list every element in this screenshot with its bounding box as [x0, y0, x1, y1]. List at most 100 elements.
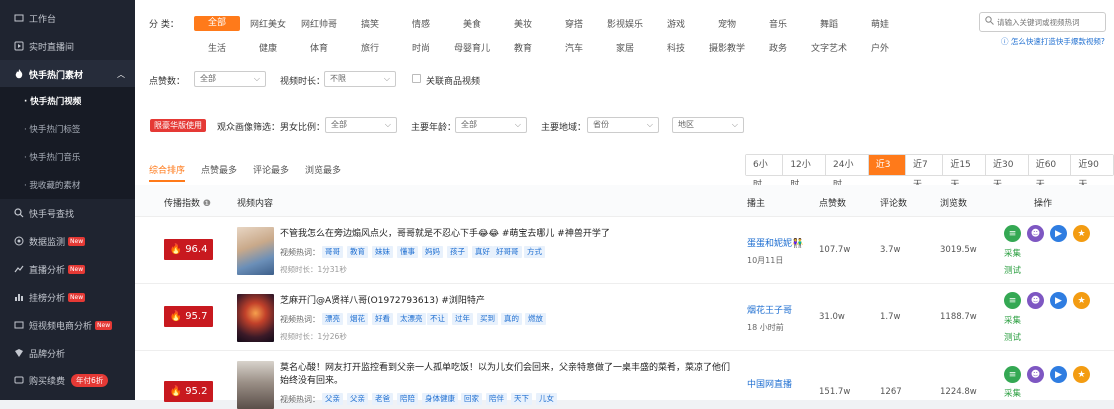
keyword-tag[interactable]: 好哥哥 — [493, 246, 522, 258]
time-tab-60d[interactable]: 近60天 — [1028, 155, 1072, 190]
category-option[interactable]: 教育 — [500, 41, 546, 54]
video-title[interactable]: 芝麻开门@A贤祥八哥(O1972793613) #浏阳特产 — [280, 295, 730, 308]
time-tab-24h[interactable]: 24小时 — [826, 155, 869, 190]
detail-icon[interactable]: ≡ — [1004, 366, 1021, 383]
time-tab-3d[interactable]: 近3天 — [868, 155, 906, 190]
nav-ecommerce-analysis[interactable]: 短视频电商分析 New — [0, 311, 135, 339]
time-tab-12h[interactable]: 12小时 — [783, 155, 826, 190]
nav-account-search[interactable]: 快手号查找 — [0, 199, 135, 227]
keyword-tag[interactable]: 燃放 — [525, 313, 546, 325]
category-option[interactable]: 宠物 — [704, 17, 750, 30]
keyword-tag[interactable]: 不让 — [427, 313, 448, 325]
keyword-tag[interactable]: 天下 — [511, 393, 532, 405]
category-option[interactable]: 时尚 — [398, 41, 444, 54]
category-option[interactable]: 科技 — [653, 41, 699, 54]
category-option[interactable]: 穿搭 — [551, 17, 597, 30]
category-option[interactable]: 全部 — [194, 16, 240, 31]
category-option[interactable]: 音乐 — [755, 17, 801, 30]
play-icon[interactable]: ▶ — [1050, 292, 1067, 309]
category-option[interactable]: 户外 — [857, 41, 903, 54]
category-option[interactable]: 舞蹈 — [806, 17, 852, 30]
author-link[interactable]: 中国网直播 — [747, 377, 792, 390]
search-input[interactable] — [997, 17, 1097, 27]
test-button[interactable]: 测试 — [1004, 331, 1021, 343]
category-option[interactable]: 网红美女 — [245, 17, 291, 30]
category-option[interactable]: 健康 — [245, 41, 291, 54]
nav-hot-materials[interactable]: 快手热门素材 ︿ — [0, 60, 135, 88]
time-tab-6h[interactable]: 6小时 — [746, 155, 784, 190]
video-title[interactable]: 莫名心酸！网友打开监控看到父亲一人孤单吃饭！以为儿女们会回来，父亲特意做了一桌丰… — [280, 362, 735, 388]
keyword-tag[interactable]: 孩子 — [447, 246, 468, 258]
keyword-tag[interactable]: 真的 — [501, 313, 522, 325]
collect-button[interactable]: 采集 — [1004, 387, 1021, 399]
time-tab-90d[interactable]: 近90天 — [1071, 155, 1114, 190]
likes-select[interactable]: 全部 ⌵ — [194, 71, 266, 87]
play-icon[interactable]: ▶ — [1050, 225, 1067, 242]
video-title[interactable]: 不管我怎么在旁边煽风点火，哥哥就是不忍心下手😂😂 #萌宝去哪儿 #神兽开学了 — [280, 228, 730, 241]
keyword-tag[interactable]: 过年 — [452, 313, 473, 325]
sort-tab-likes[interactable]: 点赞最多 — [201, 163, 237, 176]
users-icon[interactable]: ☻ — [1027, 366, 1044, 383]
category-option[interactable]: 母婴育儿 — [449, 41, 495, 54]
keyword-tag[interactable]: 懂事 — [397, 246, 418, 258]
keyword-tag[interactable]: 陪伴 — [486, 393, 507, 405]
sub-hot-videos[interactable]: · 快手热门视频 — [0, 87, 135, 115]
users-icon[interactable]: ☻ — [1027, 292, 1044, 309]
category-option[interactable]: 摄影教学 — [704, 41, 750, 54]
test-button[interactable]: 测试 — [1004, 264, 1021, 276]
category-option[interactable]: 游戏 — [653, 17, 699, 30]
category-option[interactable]: 生活 — [194, 41, 240, 54]
nav-purchase[interactable]: 购买续费 年付6折 — [0, 366, 135, 394]
keyword-tag[interactable]: 儿女 — [536, 393, 557, 405]
nav-ranking-analysis[interactable]: 挂榜分析 New — [0, 283, 135, 311]
detail-icon[interactable]: ≡ — [1004, 292, 1021, 309]
category-option[interactable]: 情感 — [398, 17, 444, 30]
category-option[interactable]: 美妆 — [500, 17, 546, 30]
category-option[interactable]: 影视娱乐 — [602, 17, 648, 30]
author-link[interactable]: 烟花王子哥 — [747, 303, 792, 316]
video-thumbnail[interactable] — [237, 361, 274, 409]
category-option[interactable]: 汽车 — [551, 41, 597, 54]
gender-select[interactable]: 全部 ⌵ — [325, 117, 397, 133]
category-option[interactable]: 搞笑 — [347, 17, 393, 30]
detail-icon[interactable]: ≡ — [1004, 225, 1021, 242]
category-option[interactable]: 美食 — [449, 17, 495, 30]
keyword-tag[interactable]: 陪陪 — [397, 393, 418, 405]
video-thumbnail[interactable] — [237, 294, 274, 342]
keyword-tag[interactable]: 父亲 — [347, 393, 368, 405]
users-icon[interactable]: ☻ — [1027, 225, 1044, 242]
sort-tab-overall[interactable]: 综合排序 — [149, 163, 185, 176]
play-icon[interactable]: ▶ — [1050, 366, 1067, 383]
author-link[interactable]: 蛋蛋和妮妮👫 — [747, 236, 803, 249]
keyword-tag[interactable]: 太漂亮 — [397, 313, 426, 325]
category-option[interactable]: 文字艺术 — [806, 41, 852, 54]
keyword-tag[interactable]: 真好 — [472, 246, 493, 258]
nav-brand-analysis[interactable]: 品牌分析 — [0, 339, 135, 367]
province-select[interactable]: 省份 ⌵ — [587, 117, 659, 133]
nav-live-room[interactable]: 实时直播间 — [0, 32, 135, 60]
search-box[interactable] — [979, 12, 1106, 32]
sub-favorites[interactable]: · 我收藏的素材 — [0, 171, 135, 199]
area-select[interactable]: 地区 ⌵ — [672, 117, 744, 133]
time-tab-7d[interactable]: 近7天 — [906, 155, 944, 190]
time-tab-30d[interactable]: 近30天 — [986, 155, 1029, 190]
keyword-tag[interactable]: 父亲 — [322, 393, 343, 405]
keyword-tag[interactable]: 妈妈 — [422, 246, 443, 258]
star-icon[interactable]: ★ — [1073, 366, 1090, 383]
keyword-tag[interactable]: 烟花 — [347, 313, 368, 325]
sort-tab-views[interactable]: 浏览最多 — [305, 163, 341, 176]
keyword-tag[interactable]: 漂亮 — [322, 313, 343, 325]
nav-workbench[interactable]: 工作台 — [0, 4, 135, 32]
category-option[interactable]: 萌娃 — [857, 17, 903, 30]
age-select[interactable]: 全部 ⌵ — [455, 117, 527, 133]
keyword-tag[interactable]: 哥哥 — [322, 246, 343, 258]
sort-tab-comments[interactable]: 评论最多 — [253, 163, 289, 176]
collect-button[interactable]: 采集 — [1004, 314, 1021, 326]
video-thumbnail[interactable] — [237, 227, 274, 275]
related-products-checkbox[interactable] — [412, 74, 421, 83]
duration-select[interactable]: 不限 ⌵ — [324, 71, 396, 87]
category-option[interactable]: 网红帅哥 — [296, 17, 342, 30]
keyword-tag[interactable]: 老爸 — [372, 393, 393, 405]
collect-button[interactable]: 采集 — [1004, 247, 1021, 259]
category-option[interactable]: 旅行 — [347, 41, 393, 54]
